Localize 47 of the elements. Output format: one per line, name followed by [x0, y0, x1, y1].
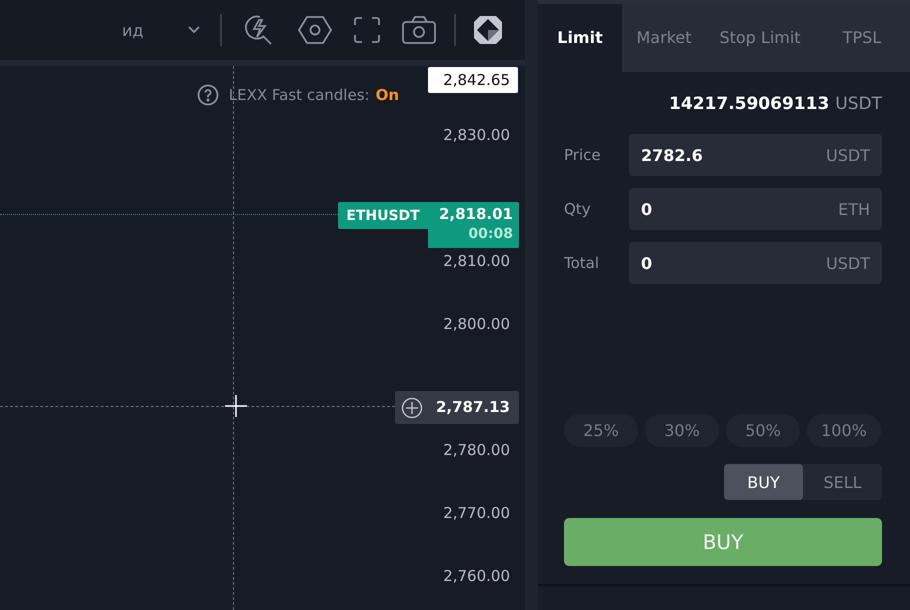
axis-label: 2,810.00: [443, 252, 510, 270]
percent-button[interactable]: 100%: [807, 414, 881, 447]
last-price: 2,818.01: [438, 205, 513, 224]
field-value[interactable]: 2782.6: [641, 146, 826, 164]
input-field[interactable]: 0 USDT: [629, 242, 882, 284]
field-label: Qty: [564, 200, 591, 218]
percent-button[interactable]: 25%: [564, 414, 638, 447]
input-field[interactable]: 0 ETH: [629, 188, 882, 230]
axis-label: 2,800.00: [443, 315, 510, 333]
order-type-tab[interactable]: Stop Limit: [706, 4, 814, 72]
order-type-tab[interactable]: Market: [622, 4, 706, 72]
notice-text: LEXX Fast candles:: [228, 86, 370, 104]
notice-state: On: [376, 86, 399, 104]
splitter-handle[interactable]: [525, 0, 538, 610]
logo-icon[interactable]: [474, 16, 502, 44]
field-label: Price: [564, 146, 601, 164]
balance-amount: 14217.59069113: [669, 94, 830, 114]
side-option[interactable]: SELL: [803, 464, 882, 500]
settings-icon[interactable]: [298, 15, 332, 45]
field-label: Total: [564, 254, 600, 272]
axis-label: 2,780.00: [443, 441, 510, 459]
price-label: 2,842.65: [428, 67, 518, 93]
axis-label: 2,770.00: [443, 504, 510, 522]
input-field[interactable]: 2782.6 USDT: [629, 134, 882, 176]
side-option[interactable]: BUY: [724, 464, 803, 500]
balance-currency: USDT: [835, 94, 882, 114]
field-value[interactable]: 0: [641, 254, 826, 272]
unit-label: USDT: [826, 254, 870, 272]
unit-label: ETH: [838, 200, 870, 218]
field-value[interactable]: 0: [641, 200, 838, 218]
percent-button[interactable]: 50%: [726, 414, 800, 447]
percent-button[interactable]: 30%: [645, 414, 719, 447]
symbol-tag: ETHUSDT: [338, 202, 428, 229]
interval-dropdown[interactable]: ид: [112, 10, 208, 50]
axis-label: 2,830.00: [443, 126, 510, 144]
chevron-down-icon[interactable]: [188, 26, 200, 34]
countdown: 00:08: [467, 225, 513, 244]
axis-label: 2,760.00: [443, 567, 510, 585]
add-button[interactable]: [395, 391, 428, 424]
unit-label: USDT: [826, 146, 870, 164]
order-type-tab[interactable]: TPSL: [814, 4, 910, 72]
crosshair-price: 2,787.13: [428, 391, 519, 424]
crosshair-cursor-icon[interactable]: [225, 395, 247, 417]
fullscreen-icon[interactable]: [354, 17, 380, 43]
help-icon[interactable]: [196, 84, 219, 106]
plus-circle-icon[interactable]: [400, 396, 422, 418]
camera-icon[interactable]: [402, 16, 436, 44]
